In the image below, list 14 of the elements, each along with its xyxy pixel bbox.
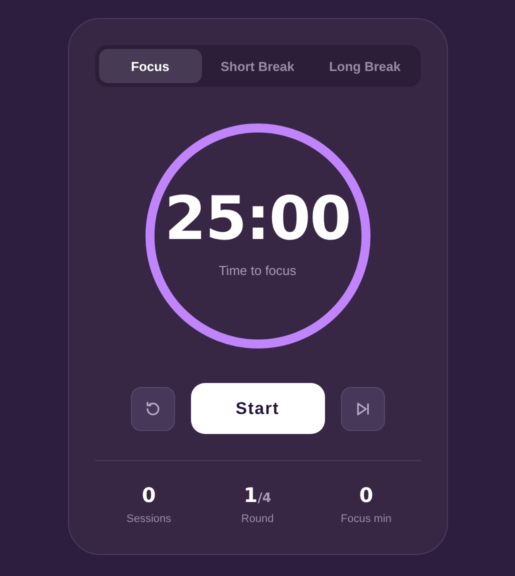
stat-value: 0 — [142, 485, 156, 505]
timer-caption: Time to focus — [218, 262, 296, 278]
mode-tab[interactable]: Focus — [98, 49, 202, 83]
stat-value: 0 — [359, 485, 374, 505]
start-button[interactable]: Start — [190, 383, 324, 434]
stat-label: Round — [241, 513, 274, 525]
stat-value: 1/4 — [244, 485, 272, 505]
mode-tab[interactable]: Long Break — [313, 49, 416, 83]
stat-label: Focus min — [340, 513, 392, 525]
skip-button[interactable] — [340, 386, 384, 430]
timer-display: 25:00 — [164, 188, 350, 248]
stat-label: Sessions — [126, 513, 172, 525]
mode-tab[interactable]: Short Break — [206, 49, 310, 83]
reset-button[interactable] — [130, 386, 174, 430]
